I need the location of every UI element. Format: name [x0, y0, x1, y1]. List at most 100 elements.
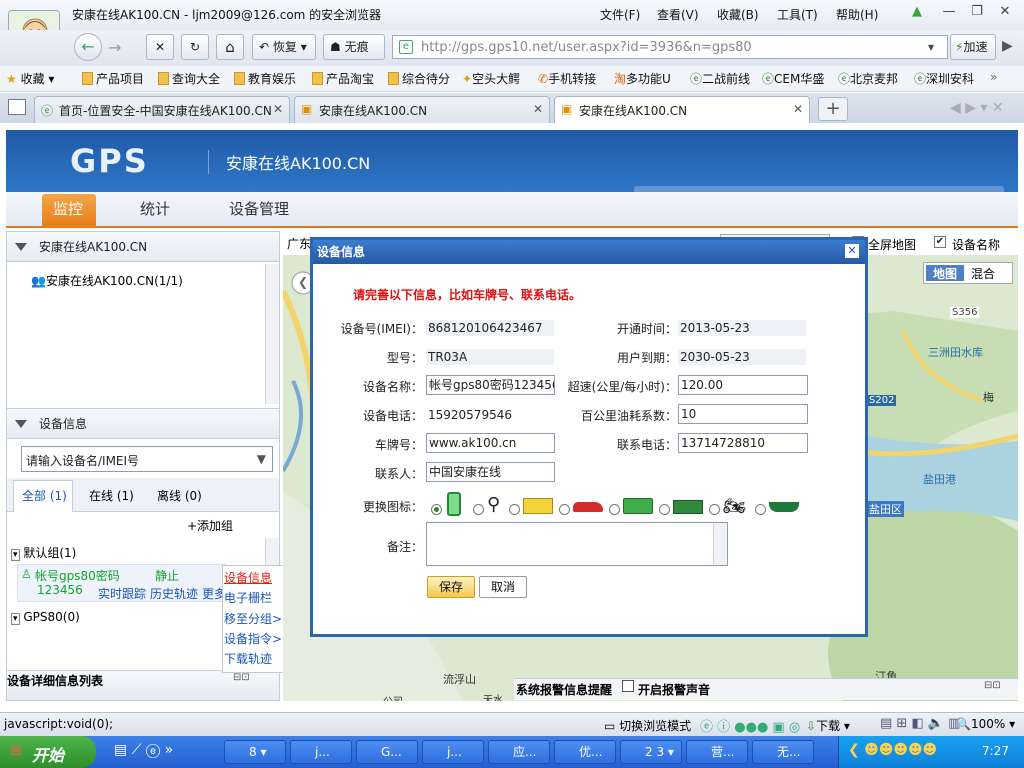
fav-item[interactable]: ✦空头大鳄: [462, 70, 520, 87]
device-name-checkbox[interactable]: ✔: [934, 236, 946, 248]
menu-view[interactable]: 查看(V): [657, 6, 699, 23]
tray-icons[interactable]: ❮ ☻☻☻☻☻: [848, 742, 937, 758]
shirt-icon[interactable]: ▲: [908, 4, 926, 20]
alarm-sound-checkbox[interactable]: [622, 680, 634, 692]
tab-list-icon[interactable]: [8, 99, 26, 115]
icon-radio-truck[interactable]: [509, 504, 520, 515]
start-button[interactable]: ⊞ 开始: [0, 736, 96, 768]
device-name-input[interactable]: 帐号gps80密码123456: [426, 375, 555, 395]
tree-scrollbar[interactable]: [265, 264, 279, 404]
overspeed-input[interactable]: 120.00: [678, 375, 808, 395]
taskbar-item[interactable]: j...: [422, 740, 484, 764]
pan-left-icon[interactable]: ❮: [298, 275, 308, 289]
notrace-button[interactable]: ☗ 无痕 ▾: [323, 34, 385, 78]
taskbar-item[interactable]: j...: [290, 740, 352, 764]
close-tab-icon[interactable]: ✕: [793, 102, 803, 116]
expand-icon[interactable]: ▾: [11, 549, 20, 561]
remark-textarea[interactable]: [426, 522, 728, 566]
favorites-more[interactable]: »: [990, 70, 997, 84]
fav-item[interactable]: ⓔ二战前线: [690, 70, 750, 87]
tab-all[interactable]: 全部 (1): [22, 487, 67, 504]
remark-scrollbar[interactable]: [713, 523, 727, 565]
taskbar-item[interactable]: 8 ▾: [224, 740, 286, 764]
stop-button[interactable]: ✕: [146, 34, 174, 60]
accelerate-button[interactable]: ⚡加速: [950, 34, 996, 60]
taskbar-item[interactable]: G...: [356, 740, 418, 764]
menu-favorites[interactable]: 收藏(B): [717, 6, 759, 23]
refresh-button[interactable]: ↻: [181, 34, 209, 60]
realtime-track-link[interactable]: 实时跟踪: [98, 585, 146, 602]
tab-offline[interactable]: 离线 (0): [157, 487, 202, 504]
detail-list-title[interactable]: 设备详细信息列表: [7, 672, 103, 689]
taskbar-item[interactable]: 优...: [554, 740, 616, 764]
forward-button[interactable]: →: [108, 38, 121, 57]
history-track-link[interactable]: 历史轨迹: [150, 585, 198, 602]
status-tool-icons[interactable]: ▤ ⊞ ◧ 🔈 ▥: [880, 716, 960, 731]
address-url[interactable]: http://gps.gps10.net/user.aspx?id=3936&n…: [421, 40, 752, 55]
taskbar-item[interactable]: 2 3 ▾: [620, 740, 682, 764]
download-button[interactable]: ⇩下载 ▾: [806, 717, 850, 734]
collapse-icon[interactable]: [15, 420, 27, 428]
restore-button[interactable]: ❐: [968, 4, 986, 20]
tree-header[interactable]: 安康在线AK100.CN: [7, 232, 279, 262]
toolbar-more-icon[interactable]: ▶: [1002, 38, 1013, 54]
tab-scroll-icons[interactable]: ◀ ▶ ▾ ✕: [950, 100, 1004, 116]
zoom-control[interactable]: 🔍100% ▾: [956, 717, 1015, 731]
address-dropdown-icon[interactable]: ▾: [928, 40, 934, 54]
menu-file[interactable]: 文件(F): [600, 6, 640, 23]
add-group-button[interactable]: +添加组: [187, 517, 233, 534]
dialog-close-icon[interactable]: ✕: [845, 244, 859, 258]
taskbar-item[interactable]: 应...: [488, 740, 550, 764]
restore-tab-button[interactable]: ↶ 恢复 ▾: [252, 34, 316, 60]
taskbar-item[interactable]: 营...: [686, 740, 748, 764]
fav-item[interactable]: 淘多功能U: [614, 70, 671, 87]
contact-phone-input[interactable]: 13714728810: [678, 433, 808, 453]
map-type-mixed[interactable]: 混合: [971, 265, 995, 282]
group-default[interactable]: ▾ 默认组(1): [11, 544, 76, 561]
taskbar-item[interactable]: 无...: [752, 740, 814, 764]
alarm-window-icons[interactable]: ⊟⊡: [984, 680, 1001, 691]
icon-radio-pin[interactable]: [473, 504, 484, 515]
close-tab-icon[interactable]: ✕: [533, 102, 543, 116]
icon-radio-car[interactable]: [559, 504, 570, 515]
icon-radio-phone[interactable]: [431, 504, 442, 515]
fav-item[interactable]: ⓔ北京麦邦: [838, 70, 898, 87]
panel-window-icons[interactable]: ⊟⊡: [233, 672, 250, 683]
save-button[interactable]: 保存: [427, 576, 475, 598]
fav-item[interactable]: 产品淘宝: [312, 70, 374, 87]
ctx-device-command[interactable]: 设备指令>>: [224, 630, 292, 647]
address-bar[interactable]: e http://gps.gps10.net/user.aspx?id=3936…: [392, 35, 948, 59]
fav-item[interactable]: 综合待分: [388, 70, 450, 87]
map-type-map[interactable]: 地图: [926, 265, 964, 281]
fav-item[interactable]: ⓔCEM华盛: [762, 70, 824, 87]
plate-input[interactable]: www.ak100.cn: [426, 433, 555, 453]
browse-mode-toggle[interactable]: ▭ 切换浏览模式: [604, 717, 691, 734]
new-tab-button[interactable]: +: [818, 97, 848, 121]
back-button[interactable]: ←: [74, 33, 102, 61]
group-gps80[interactable]: ▾ GPS80(0): [11, 610, 80, 625]
fav-item[interactable]: 查询大全: [158, 70, 220, 87]
device-header[interactable]: 设备信息: [7, 409, 279, 439]
ctx-device-info[interactable]: 设备信息: [224, 569, 272, 586]
icon-radio-bus[interactable]: [609, 504, 620, 515]
close-button[interactable]: ✕: [996, 4, 1014, 20]
fav-item[interactable]: 教育娱乐: [234, 70, 296, 87]
tab-online[interactable]: 在线 (1): [89, 487, 134, 504]
cancel-button[interactable]: 取消: [479, 576, 527, 598]
favorites-menu[interactable]: ★ 收藏 ▾: [6, 70, 54, 87]
home-button[interactable]: ⌂: [216, 34, 244, 60]
device-name[interactable]: 帐号gps80密码: [35, 567, 120, 584]
nav-statistics[interactable]: 统计: [140, 198, 170, 219]
tab-site[interactable]: ▣ 安康在线AK100.CN ✕: [294, 96, 550, 123]
minimize-button[interactable]: —: [940, 4, 958, 20]
close-tab-icon[interactable]: ✕: [273, 102, 283, 116]
tab-home[interactable]: ⓔ 首页-位置安全-中国安康在线AK100.CN ✕: [34, 96, 290, 123]
icon-radio-lorry[interactable]: [659, 504, 670, 515]
collapse-icon[interactable]: [15, 243, 27, 251]
tab-active[interactable]: ▣ 安康在线AK100.CN ✕: [554, 96, 810, 123]
expand-icon[interactable]: ▾: [11, 613, 20, 625]
menu-help[interactable]: 帮助(H): [836, 6, 878, 23]
icon-radio-motorcycle[interactable]: [709, 504, 720, 515]
quicklaunch-icons[interactable]: ▤ ⟋ ⓔ »: [114, 742, 173, 758]
fuel-input[interactable]: 10: [678, 404, 808, 424]
